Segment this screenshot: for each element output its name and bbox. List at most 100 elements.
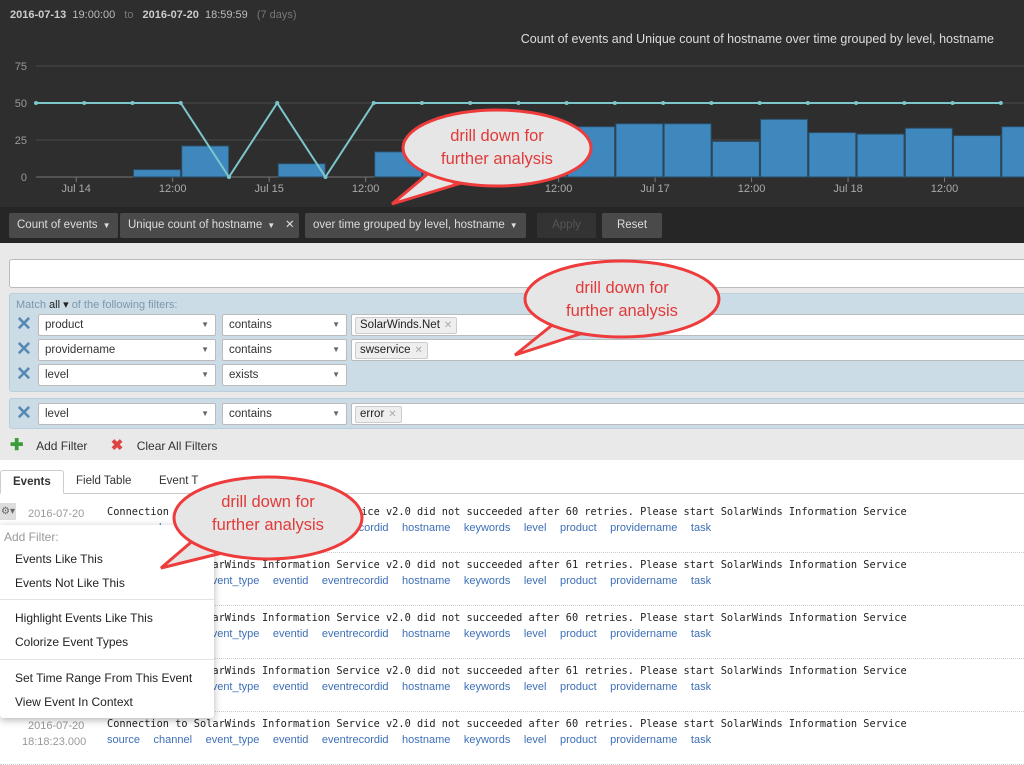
grouping-dropdown[interactable]: over time grouped by level, hostname ▼ — [305, 213, 526, 238]
filter-value-input[interactable]: error ✕ — [351, 403, 1024, 425]
field-link-providername[interactable]: providername — [610, 734, 677, 746]
field-link-keywords[interactable]: keywords — [464, 681, 510, 693]
field-link-keywords[interactable]: keywords — [464, 522, 510, 534]
field-link-eventrecordid[interactable]: eventrecordid — [322, 575, 389, 587]
metric1-dropdown[interactable]: Count of events ▼ — [9, 213, 119, 238]
match-mode-dropdown[interactable]: all ▾ — [49, 299, 69, 311]
field-link-hostname[interactable]: hostname — [402, 681, 450, 693]
field-link-eventid[interactable]: eventid — [273, 628, 308, 640]
field-link-hostname[interactable]: hostname — [402, 522, 450, 534]
field-link-level[interactable]: level — [524, 681, 547, 693]
field-link-eventrecordid[interactable]: eventrecordid — [322, 628, 389, 640]
line-point — [950, 101, 955, 105]
field-link-channel[interactable]: channel — [154, 734, 193, 746]
line-point — [612, 101, 617, 105]
field-link-source[interactable]: source — [107, 734, 140, 746]
tab-field-table[interactable]: Field Table — [64, 470, 143, 494]
field-link-keywords[interactable]: keywords — [464, 628, 510, 640]
filter-operator-select[interactable]: contains ▼ — [222, 314, 347, 336]
line-point — [178, 101, 183, 105]
menu-item-view-in-context[interactable]: View Event In Context — [15, 695, 133, 709]
filter-operator-select[interactable]: contains ▼ — [222, 339, 347, 361]
time-range[interactable]: 2016-07-13 19:00:00 to 2016-07-20 18:59:… — [10, 9, 303, 21]
field-link-providername[interactable]: providername — [610, 681, 677, 693]
add-filter-button[interactable]: ✚ Add Filter — [10, 437, 97, 454]
remove-filter-icon[interactable]: ✕ — [16, 340, 32, 360]
field-link-product[interactable]: product — [560, 575, 597, 587]
field-link-keywords[interactable]: keywords — [464, 734, 510, 746]
line-point — [323, 175, 328, 179]
field-link-level[interactable]: level — [524, 628, 547, 640]
menu-item-highlight-events[interactable]: Highlight Events Like This — [15, 611, 153, 625]
filter-operator: contains — [229, 319, 272, 331]
field-link-level[interactable]: level — [524, 522, 547, 534]
field-link-eventid[interactable]: eventid — [273, 734, 308, 746]
close-icon: ✕ — [285, 219, 295, 231]
field-link-hostname[interactable]: hostname — [402, 734, 450, 746]
clear-all-filters-button[interactable]: ✖ Clear All Filters — [111, 437, 228, 454]
field-link-product[interactable]: product — [560, 522, 597, 534]
field-link-providername[interactable]: providername — [610, 522, 677, 534]
event-row[interactable]: 2016-07-20 18:18:23.000 Connection to So… — [0, 712, 1024, 765]
filter-field-select[interactable]: product ▼ — [38, 314, 216, 336]
filter-field-select[interactable]: level ▼ — [38, 403, 216, 425]
field-link-level[interactable]: level — [524, 575, 547, 587]
field-link-product[interactable]: product — [560, 734, 597, 746]
apply-button[interactable]: Apply — [537, 213, 596, 238]
field-link-eventrecordid[interactable]: eventrecordid — [322, 681, 389, 693]
metric1-label: Count of events — [17, 219, 98, 231]
field-link-eventid[interactable]: eventid — [273, 575, 308, 587]
gear-icon[interactable]: ⚙▾ — [0, 503, 16, 520]
filter-field-select[interactable]: providername ▼ — [38, 339, 216, 361]
filter-operator-select[interactable]: exists ▼ — [222, 364, 347, 386]
remove-filter-icon[interactable]: ✕ — [16, 404, 32, 424]
filter-operator: contains — [229, 408, 272, 420]
field-link-hostname[interactable]: hostname — [402, 628, 450, 640]
field-link-product[interactable]: product — [560, 681, 597, 693]
range-duration: (7 days) — [256, 9, 297, 21]
remove-filter-icon[interactable]: ✕ — [16, 365, 32, 385]
field-link-task[interactable]: task — [691, 734, 711, 746]
remove-tag-icon[interactable]: ✕ — [388, 409, 396, 420]
menu-item-events-not-like-this[interactable]: Events Not Like This — [15, 576, 125, 590]
search-input[interactable] — [9, 259, 1024, 288]
menu-header: Add Filter: — [4, 530, 59, 544]
field-link-keywords[interactable]: keywords — [464, 575, 510, 587]
menu-item-set-time-range[interactable]: Set Time Range From This Event — [15, 671, 192, 685]
menu-item-colorize-event-types[interactable]: Colorize Event Types — [15, 635, 128, 649]
menu-item-events-like-this[interactable]: Events Like This — [15, 552, 103, 566]
filter-field: providername — [45, 344, 116, 356]
field-link-task[interactable]: task — [691, 575, 711, 587]
field-link-eventid[interactable]: eventid — [273, 681, 308, 693]
reset-button[interactable]: Reset — [602, 213, 662, 238]
remove-metric2-button[interactable]: ✕ — [281, 213, 299, 238]
field-link-event_type[interactable]: event_type — [206, 734, 260, 746]
field-link-level[interactable]: level — [524, 734, 547, 746]
field-link-task[interactable]: task — [691, 522, 711, 534]
field-link-providername[interactable]: providername — [610, 575, 677, 587]
callout-text: drill down for further analysis — [566, 279, 678, 320]
bar — [760, 118, 809, 178]
field-link-task[interactable]: task — [691, 681, 711, 693]
filter-field-select[interactable]: level ▼ — [38, 364, 216, 386]
bar — [904, 127, 953, 178]
field-link-task[interactable]: task — [691, 628, 711, 640]
line-point — [226, 175, 231, 179]
filter-field: product — [45, 319, 84, 331]
filter-value-input[interactable]: swservice ✕ — [351, 339, 1024, 361]
chart-toolbar: Count of events ▼ Unique count of hostnam… — [0, 207, 1024, 243]
field-link-providername[interactable]: providername — [610, 628, 677, 640]
metric2-dropdown[interactable]: Unique count of hostname ▼ — [120, 213, 284, 238]
field-link-eventrecordid[interactable]: eventrecordid — [322, 734, 389, 746]
remove-tag-icon[interactable]: ✕ — [444, 320, 452, 331]
tab-events[interactable]: Events — [0, 470, 64, 494]
filter-operator: contains — [229, 344, 272, 356]
remove-filter-icon[interactable]: ✕ — [16, 315, 32, 335]
field-link-hostname[interactable]: hostname — [402, 575, 450, 587]
field-link-product[interactable]: product — [560, 628, 597, 640]
line-point — [82, 101, 87, 105]
remove-tag-icon[interactable]: ✕ — [414, 345, 422, 356]
filter-value: swservice — [360, 344, 411, 356]
filter-operator-select[interactable]: contains ▼ — [222, 403, 347, 425]
event-message: Connection to SolarWinds Information Ser… — [107, 612, 907, 624]
